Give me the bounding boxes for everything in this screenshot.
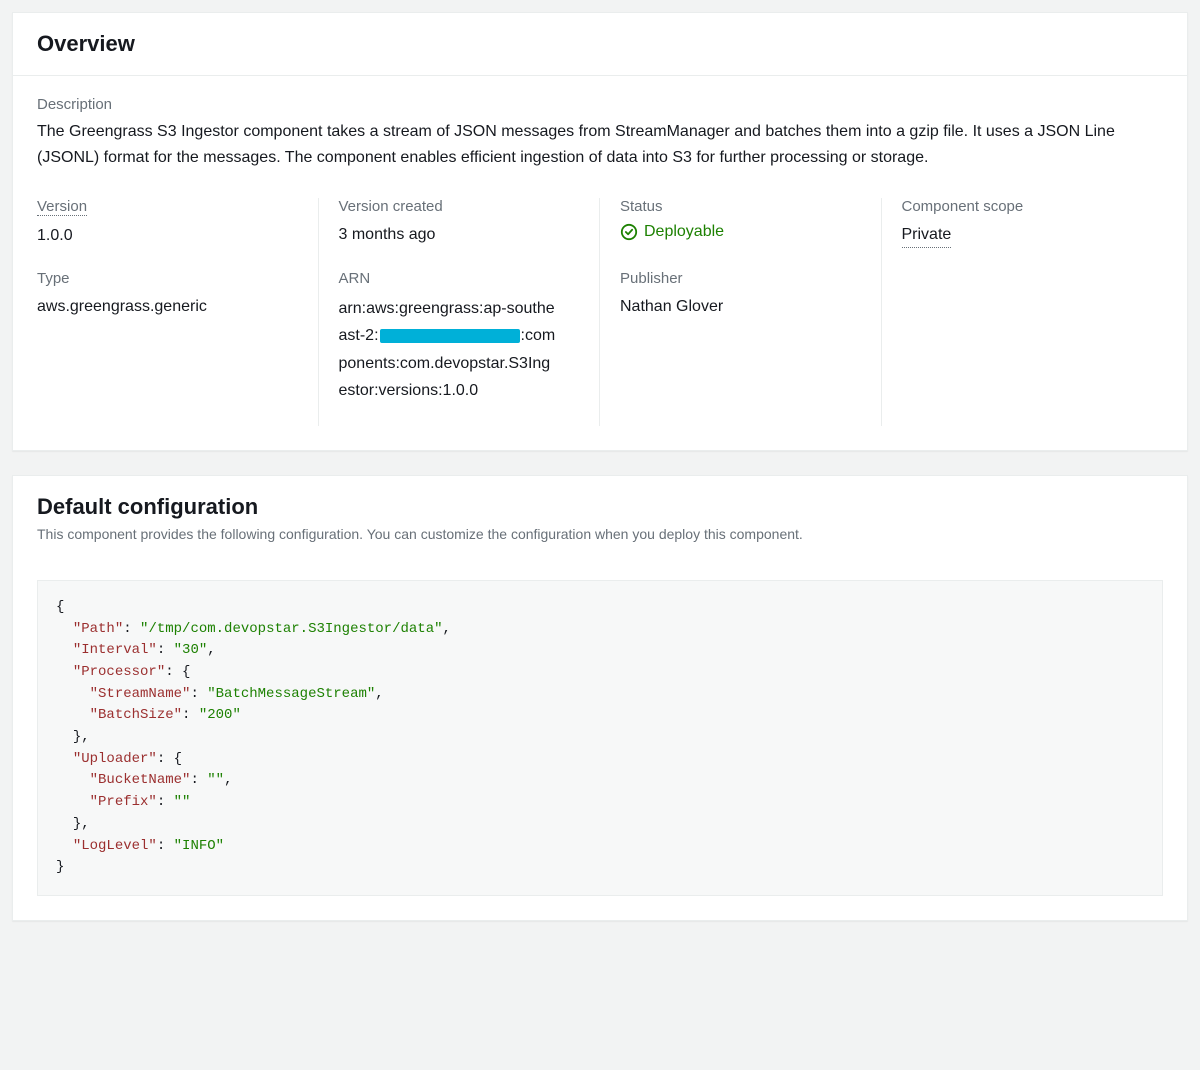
default-config-header: Default configuration This component pro… (13, 476, 1187, 550)
default-config-subtitle: This component provides the following co… (37, 526, 1163, 542)
detail-empty (882, 270, 1164, 426)
type-value: aws.greengrass.generic (37, 295, 298, 319)
overview-title: Overview (37, 31, 1163, 57)
status-text: Deployable (644, 223, 724, 241)
redacted-account-id (380, 329, 520, 343)
config-code-block[interactable]: { "Path": "/tmp/com.devopstar.S3Ingestor… (37, 580, 1163, 896)
default-config-title: Default configuration (37, 494, 1163, 520)
arn-value: arn:aws:greengrass:ap-southeast-2::compo… (339, 295, 559, 404)
publisher-label: Publisher (620, 270, 861, 287)
status-label: Status (620, 198, 861, 215)
overview-body: Description The Greengrass S3 Ingestor c… (13, 76, 1187, 450)
description-label: Description (37, 96, 1163, 113)
detail-version-created: Version created 3 months ago (319, 198, 601, 270)
publisher-value: Nathan Glover (620, 295, 861, 319)
version-created-value: 3 months ago (339, 223, 580, 247)
detail-version: Version 1.0.0 (37, 198, 319, 270)
detail-status: Status Deployable (600, 198, 882, 270)
details-grid: Version 1.0.0 Version created 3 months a… (37, 198, 1163, 426)
overview-panel: Overview Description The Greengrass S3 I… (12, 12, 1188, 451)
description-text: The Greengrass S3 Ingestor component tak… (37, 119, 1163, 170)
detail-publisher: Publisher Nathan Glover (600, 270, 882, 426)
detail-component-scope: Component scope Private (882, 198, 1164, 270)
arn-label: ARN (339, 270, 580, 287)
component-scope-value: Private (902, 223, 952, 248)
default-config-body: { "Path": "/tmp/com.devopstar.S3Ingestor… (13, 550, 1187, 920)
type-label: Type (37, 270, 298, 287)
version-value: 1.0.0 (37, 224, 298, 248)
detail-type: Type aws.greengrass.generic (37, 270, 319, 426)
overview-header: Overview (13, 13, 1187, 76)
default-config-panel: Default configuration This component pro… (12, 475, 1188, 921)
status-value: Deployable (620, 223, 861, 241)
component-scope-label: Component scope (902, 198, 1144, 215)
version-created-label: Version created (339, 198, 580, 215)
version-label: Version (37, 198, 87, 216)
detail-arn: ARN arn:aws:greengrass:ap-southeast-2::c… (319, 270, 601, 426)
check-circle-icon (620, 223, 638, 241)
